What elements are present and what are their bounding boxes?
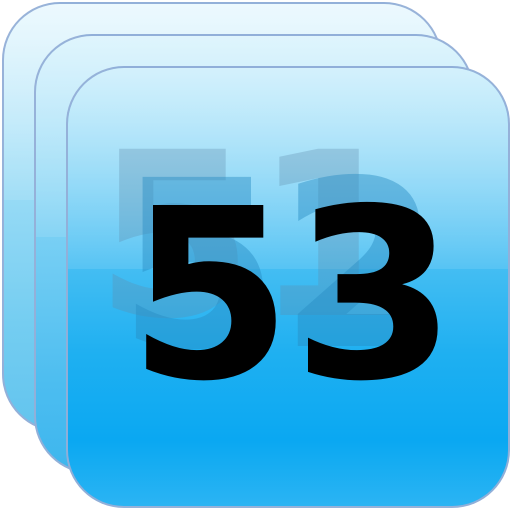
stacked-number-icon: 51 52 53 [0, 0, 512, 512]
front-card-number: 53 [128, 158, 457, 433]
